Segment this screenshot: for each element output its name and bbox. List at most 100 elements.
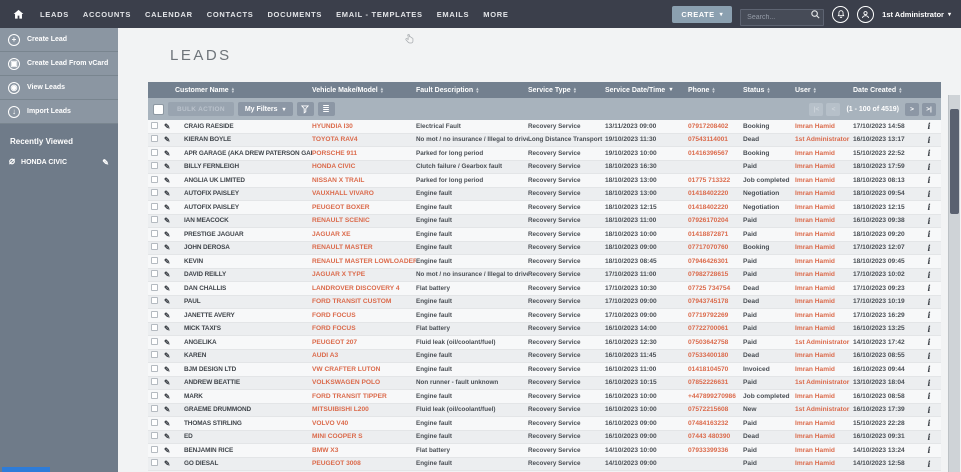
edit-icon[interactable]: ✎ bbox=[164, 297, 184, 306]
cell-user[interactable]: Imran Hamid bbox=[795, 420, 853, 427]
home-icon[interactable] bbox=[10, 6, 26, 22]
edit-icon[interactable]: ✎ bbox=[164, 203, 184, 212]
cell-phone[interactable]: 07917208402 bbox=[688, 123, 743, 130]
edit-icon[interactable]: ✎ bbox=[164, 176, 184, 185]
cell-user[interactable]: Imran Hamid bbox=[795, 231, 853, 238]
row-checkbox[interactable] bbox=[148, 459, 164, 468]
cell-user[interactable]: Imran Hamid bbox=[795, 285, 853, 292]
row-checkbox[interactable] bbox=[148, 135, 164, 144]
row-checkbox[interactable] bbox=[148, 162, 164, 171]
cell-user[interactable]: 1st Administrator bbox=[795, 136, 853, 143]
edit-icon[interactable]: ✎ bbox=[164, 392, 184, 401]
edit-icon[interactable]: ✎ bbox=[164, 189, 184, 198]
my-filters-dropdown[interactable]: My Filters ▾ bbox=[238, 102, 293, 116]
cell-vehicle[interactable]: HYUNDIA I30 bbox=[312, 123, 416, 130]
cell-phone[interactable]: 07572215608 bbox=[688, 406, 743, 413]
edit-icon[interactable]: ✎ bbox=[164, 135, 184, 144]
user-avatar-icon[interactable] bbox=[857, 6, 874, 23]
nav-item-documents[interactable]: DOCUMENTS bbox=[267, 10, 322, 19]
cell-vehicle[interactable]: HONDA CIVIC bbox=[312, 163, 416, 170]
cell-phone[interactable]: 07717070760 bbox=[688, 244, 743, 251]
edit-icon[interactable]: ✎ bbox=[164, 284, 184, 293]
info-icon[interactable]: i bbox=[917, 270, 941, 280]
cell-phone[interactable]: 01775 713322 bbox=[688, 177, 743, 184]
info-icon[interactable]: i bbox=[917, 364, 941, 374]
cell-vehicle[interactable]: FORD TRANSIT TIPPER bbox=[312, 393, 416, 400]
cell-user[interactable]: Imran Hamid bbox=[795, 312, 853, 319]
edit-icon[interactable]: ✎ bbox=[164, 243, 184, 252]
edit-icon[interactable]: ✎ bbox=[164, 365, 184, 374]
search-icon[interactable] bbox=[810, 9, 821, 20]
row-checkbox[interactable] bbox=[148, 405, 164, 414]
cell-user[interactable]: Imran Hamid bbox=[795, 123, 853, 130]
column-header-vehicle[interactable]: Vehicle Make/Model ▴▾ bbox=[312, 87, 416, 94]
scrollbar-thumb[interactable] bbox=[950, 109, 959, 214]
column-header-user[interactable]: User ▴▾ bbox=[795, 87, 853, 94]
cell-phone[interactable]: 01418402220 bbox=[688, 190, 743, 197]
cell-user[interactable]: Imran Hamid bbox=[795, 433, 853, 440]
cell-user[interactable]: 1st Administrator bbox=[795, 406, 853, 413]
list-view-icon[interactable]: ≣ bbox=[318, 102, 335, 116]
nav-item-email-templates[interactable]: EMAIL - TEMPLATES bbox=[336, 10, 423, 19]
cell-phone[interactable]: 01418402220 bbox=[688, 204, 743, 211]
cell-phone[interactable]: 07443 480390 bbox=[688, 433, 743, 440]
sort-icon[interactable]: ▴▾ bbox=[814, 87, 816, 94]
info-icon[interactable]: i bbox=[917, 243, 941, 253]
info-icon[interactable]: i bbox=[917, 337, 941, 347]
info-icon[interactable]: i bbox=[917, 432, 941, 442]
row-checkbox[interactable] bbox=[148, 122, 164, 131]
info-icon[interactable]: i bbox=[917, 459, 941, 469]
info-icon[interactable]: i bbox=[917, 310, 941, 320]
column-header-service-datetime[interactable]: Service Date/Time ▼ bbox=[605, 87, 688, 94]
edit-icon[interactable]: ✎ bbox=[164, 311, 184, 320]
nav-item-emails[interactable]: EMAILS bbox=[437, 10, 470, 19]
edit-icon[interactable]: ✎ bbox=[164, 378, 184, 387]
edit-icon[interactable]: ✎ bbox=[164, 270, 184, 279]
cell-user[interactable]: Imran Hamid bbox=[795, 190, 853, 197]
cell-vehicle[interactable]: VW CRAFTER LUTON bbox=[312, 366, 416, 373]
sort-icon[interactable]: ▴▾ bbox=[767, 87, 769, 94]
row-checkbox[interactable] bbox=[148, 149, 164, 158]
row-checkbox[interactable] bbox=[148, 284, 164, 293]
cell-phone[interactable]: 07926170204 bbox=[688, 217, 743, 224]
cell-vehicle[interactable]: FORD FOCUS bbox=[312, 325, 416, 332]
nav-item-more[interactable]: MORE bbox=[483, 10, 508, 19]
cell-vehicle[interactable]: PORSCHE 911 bbox=[312, 150, 416, 157]
column-header-status[interactable]: Status ▴▾ bbox=[743, 87, 795, 94]
cell-phone[interactable]: 07852226631 bbox=[688, 379, 743, 386]
recently-viewed-item[interactable]: ⌀ HONDA CIVIC ✎ bbox=[0, 157, 118, 167]
cell-vehicle[interactable]: JAGUAR XE bbox=[312, 231, 416, 238]
edit-icon[interactable]: ✎ bbox=[164, 405, 184, 414]
info-icon[interactable]: i bbox=[917, 229, 941, 239]
cell-vehicle[interactable]: VOLKSWAGEN POLO bbox=[312, 379, 416, 386]
cell-user[interactable]: Imran Hamid bbox=[795, 244, 853, 251]
info-icon[interactable]: i bbox=[917, 162, 941, 172]
edit-icon[interactable]: ✎ bbox=[164, 162, 184, 171]
row-checkbox[interactable] bbox=[148, 230, 164, 239]
info-icon[interactable]: i bbox=[917, 216, 941, 226]
cell-user[interactable]: Imran Hamid bbox=[795, 258, 853, 265]
cell-vehicle[interactable]: VAUXHALL VIVARO bbox=[312, 190, 416, 197]
info-icon[interactable]: i bbox=[917, 148, 941, 158]
next-page-button[interactable]: > bbox=[905, 103, 919, 116]
cell-vehicle[interactable]: PEUGEOT 207 bbox=[312, 339, 416, 346]
cell-vehicle[interactable]: FORD TRANSIT CUSTOM bbox=[312, 298, 416, 305]
edit-icon[interactable]: ✎ bbox=[164, 257, 184, 266]
cell-user[interactable]: 1st Administrator bbox=[795, 339, 853, 346]
cell-phone[interactable]: 07725 734754 bbox=[688, 285, 743, 292]
info-icon[interactable]: i bbox=[917, 351, 941, 361]
row-checkbox[interactable] bbox=[148, 432, 164, 441]
cell-vehicle[interactable]: MINI COOPER S bbox=[312, 433, 416, 440]
sidebar-item-create-lead[interactable]: + Create Lead bbox=[0, 28, 118, 52]
edit-icon[interactable]: ✎ bbox=[164, 459, 184, 468]
sort-icon[interactable]: ▴▾ bbox=[574, 87, 576, 94]
info-icon[interactable]: i bbox=[917, 418, 941, 428]
cell-vehicle[interactable]: BMW X3 bbox=[312, 447, 416, 454]
row-checkbox[interactable] bbox=[148, 351, 164, 360]
nav-item-leads[interactable]: LEADS bbox=[40, 10, 69, 19]
create-button[interactable]: CREATE ▾ bbox=[672, 6, 732, 23]
info-icon[interactable]: i bbox=[917, 378, 941, 388]
info-icon[interactable]: i bbox=[917, 391, 941, 401]
row-checkbox[interactable] bbox=[148, 189, 164, 198]
cell-vehicle[interactable]: PEUGEOT 3008 bbox=[312, 460, 416, 467]
